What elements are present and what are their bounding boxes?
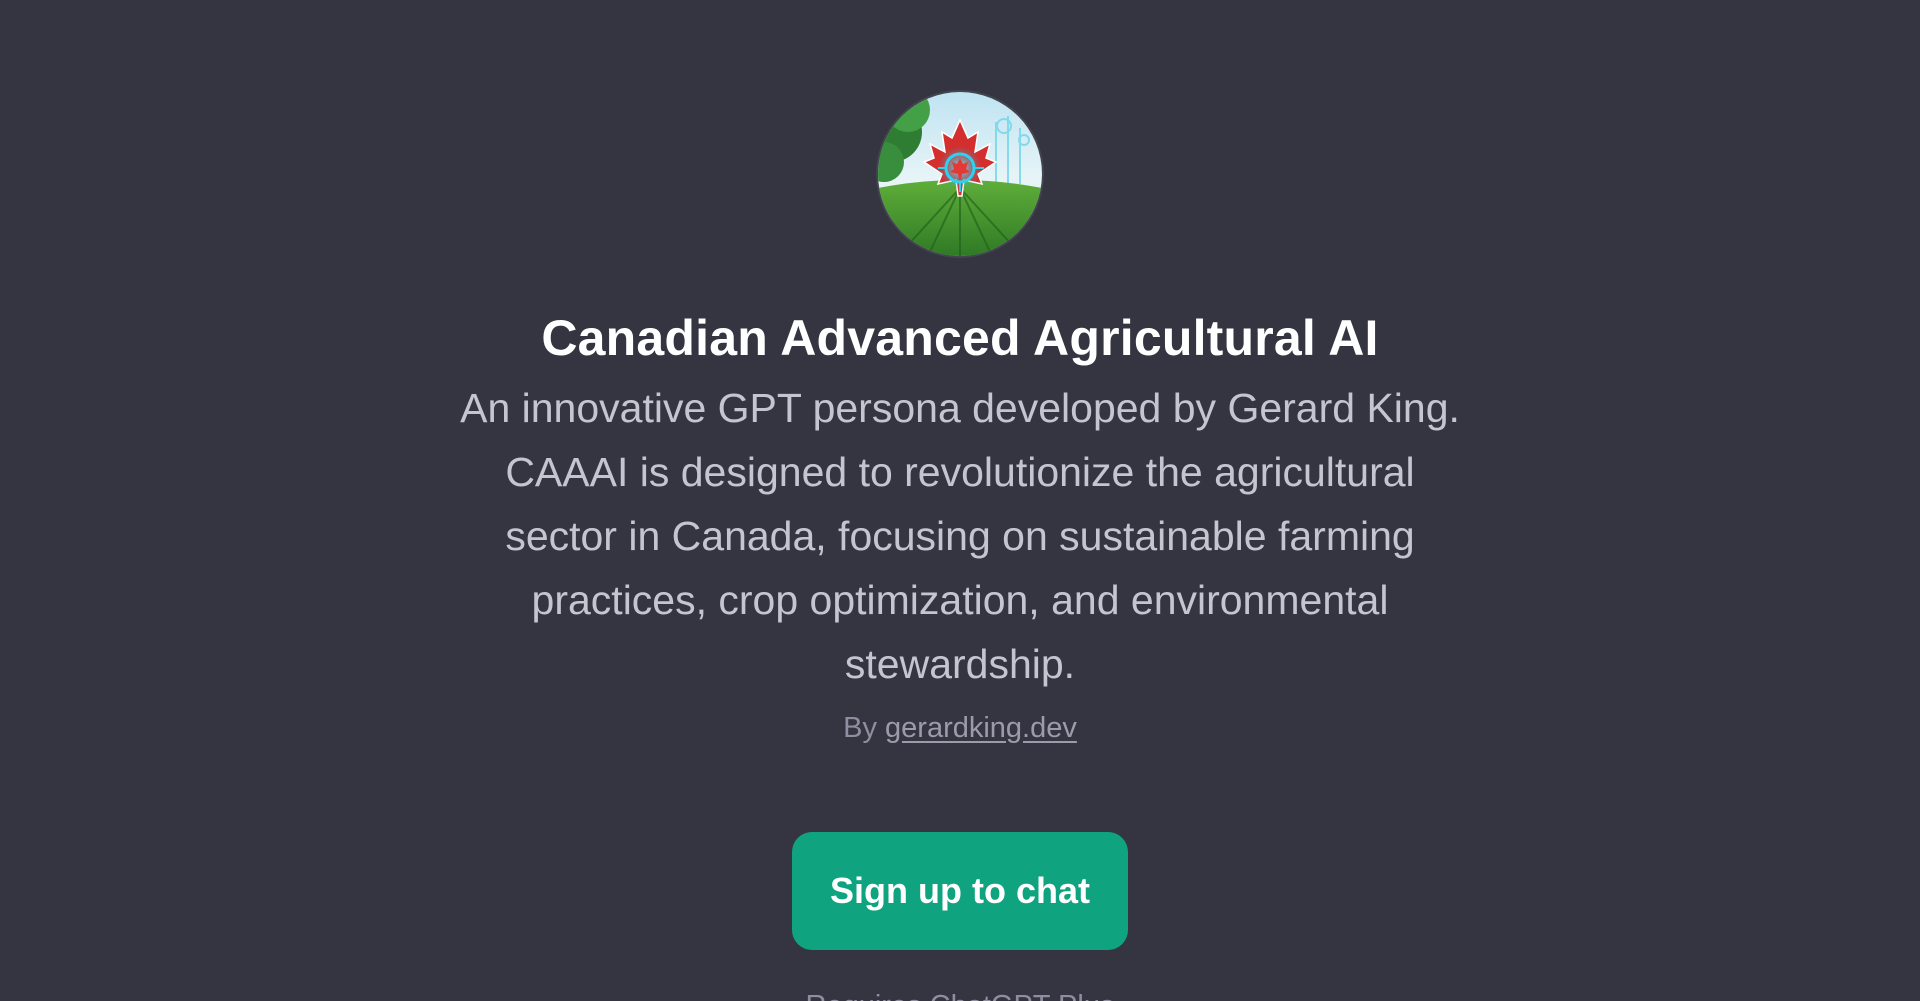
gpt-description: An innovative GPT persona developed by G… xyxy=(460,385,1460,687)
author-link[interactable]: gerardking.dev xyxy=(885,712,1077,744)
sign-up-to-chat-button[interactable]: Sign up to chat xyxy=(792,832,1128,950)
author-byline: By gerardking.dev xyxy=(0,708,1920,748)
by-label: By xyxy=(843,712,877,744)
gpt-avatar xyxy=(878,92,1042,256)
maple-leaf-field-icon xyxy=(878,92,1042,256)
gpt-title: Canadian Advanced Agricultural AI xyxy=(541,310,1379,366)
requires-plus-note: Requires ChatGPT Plus xyxy=(0,986,1920,1001)
gpt-landing-page: Canadian Advanced Agricultural AI An inn… xyxy=(0,0,1920,1001)
